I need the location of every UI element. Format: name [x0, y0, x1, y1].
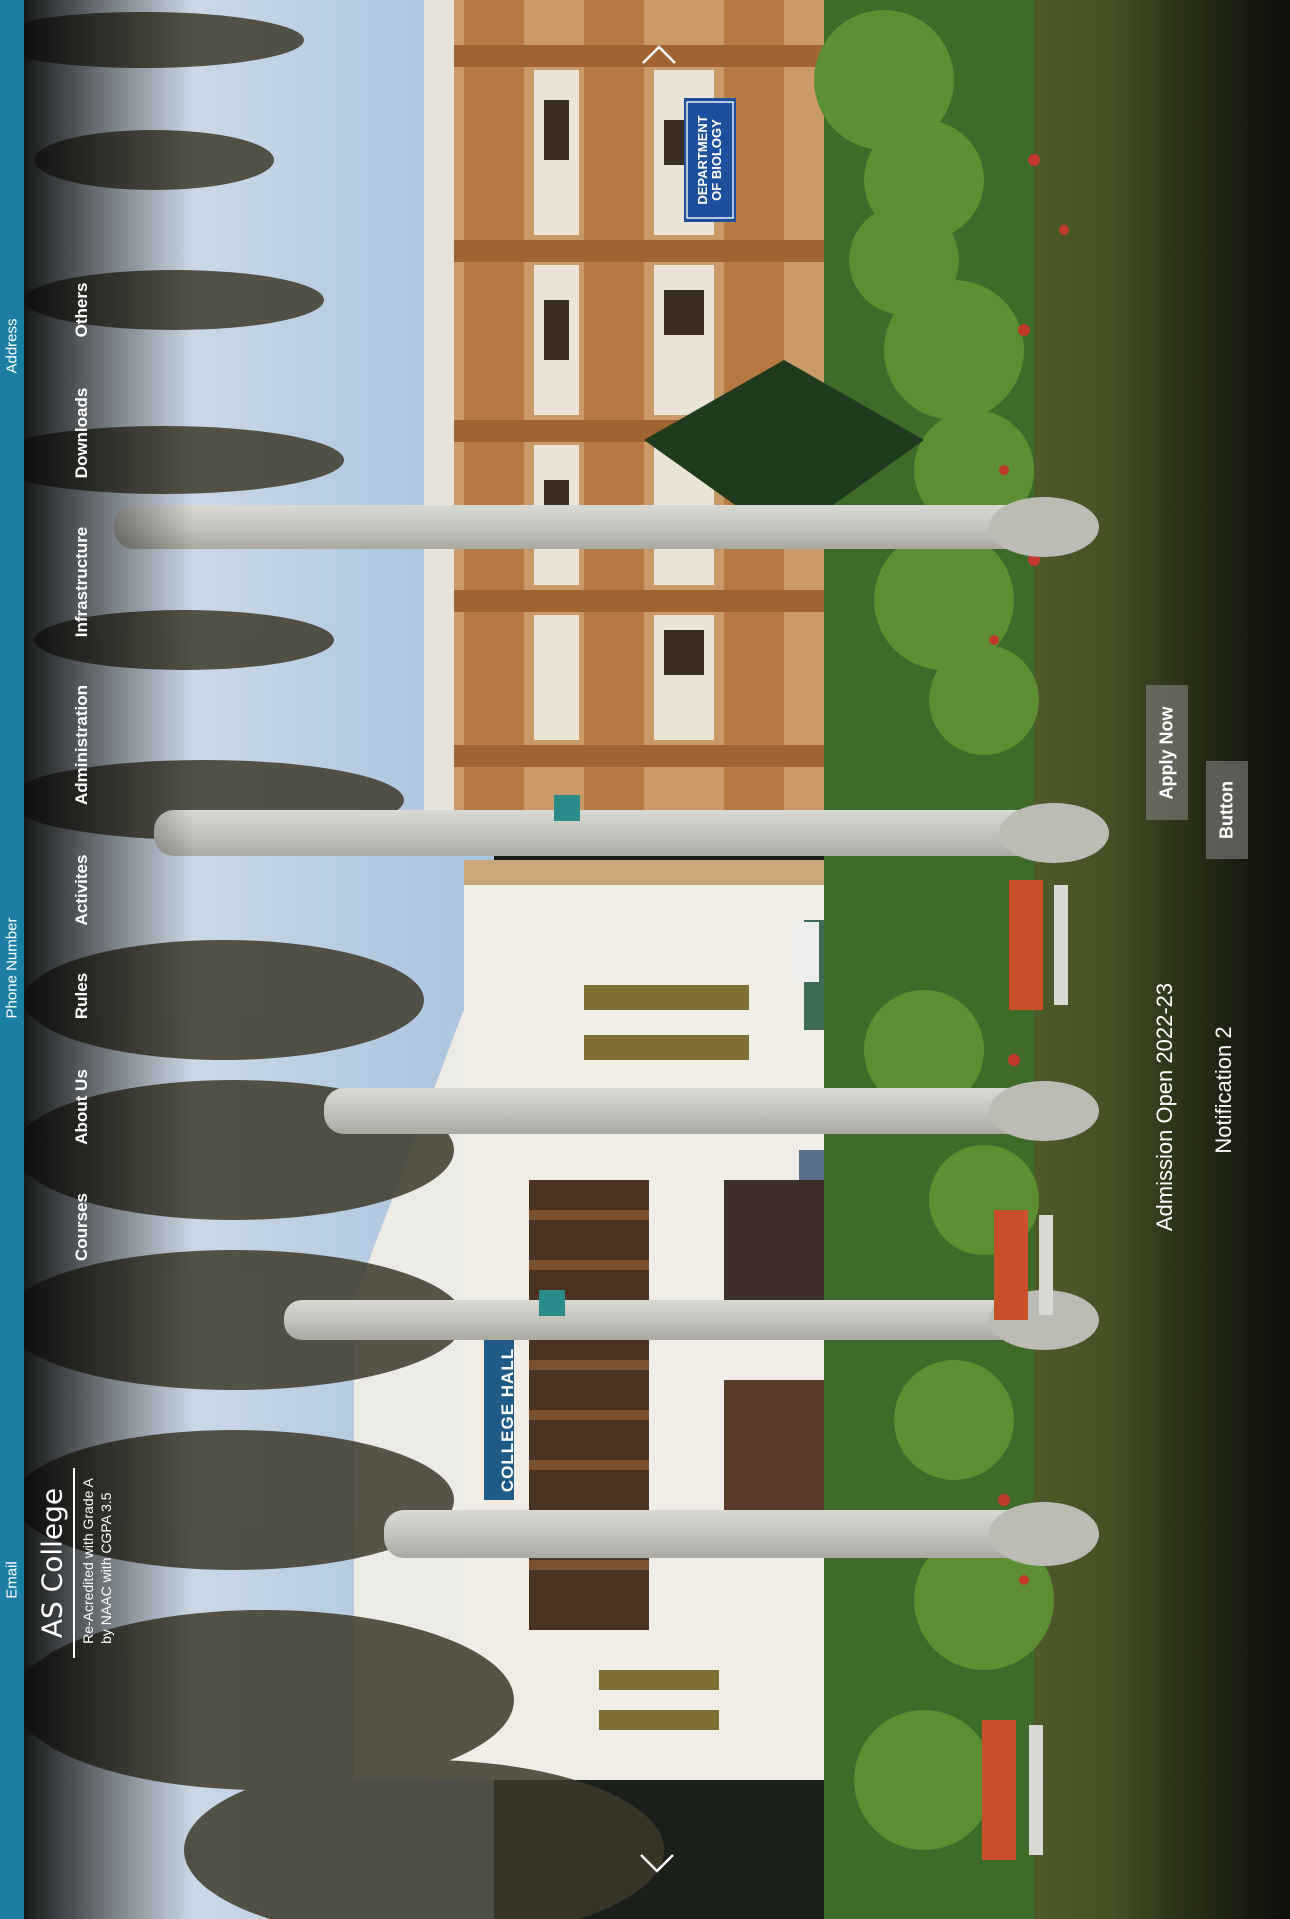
brand-underline — [73, 1468, 75, 1658]
nav-item-downloads[interactable]: Downloads — [72, 388, 92, 479]
hero-subline: Notification 2 — [1211, 1026, 1236, 1154]
generic-button-label: Button — [1216, 781, 1237, 839]
nav-item-rules[interactable]: Rules — [72, 973, 92, 1019]
biology-sign-text: DEPARTMENT OF BIOLOGY — [695, 115, 724, 205]
brand-name[interactable]: AS College — [36, 1488, 69, 1638]
apply-now-button[interactable]: Apply Now — [1146, 685, 1188, 820]
contact-address[interactable]: Address — [4, 318, 21, 373]
nav-item-courses[interactable]: Courses — [72, 1193, 92, 1261]
nav-item-others[interactable]: Others — [72, 283, 92, 338]
nav-item-about-us[interactable]: About Us — [72, 1069, 92, 1145]
nav-item-administration[interactable]: Administration — [72, 685, 92, 805]
college-hall-sign-text: COLLEGE HALL — [498, 1347, 517, 1493]
hero-background-photo — [24, 0, 1290, 1919]
nav-item-infrastructure[interactable]: Infrastructure — [72, 527, 92, 638]
contact-email[interactable]: Email — [4, 1561, 21, 1599]
hero-headline: Admission Open 2022-23 — [1152, 982, 1177, 1232]
brand-tagline: Re-Acredited with Grade A by NAAC with C… — [80, 1478, 114, 1644]
contact-phone[interactable]: Phone Number — [4, 918, 21, 1019]
hero-shade-right — [1110, 0, 1290, 1919]
nav-item-activites[interactable]: Activites — [72, 855, 92, 926]
chevron-up-icon[interactable] — [640, 42, 678, 71]
generic-button[interactable]: Button — [1206, 761, 1248, 859]
apply-now-label: Apply Now — [1156, 706, 1177, 799]
chevron-down-icon[interactable] — [638, 1852, 676, 1881]
